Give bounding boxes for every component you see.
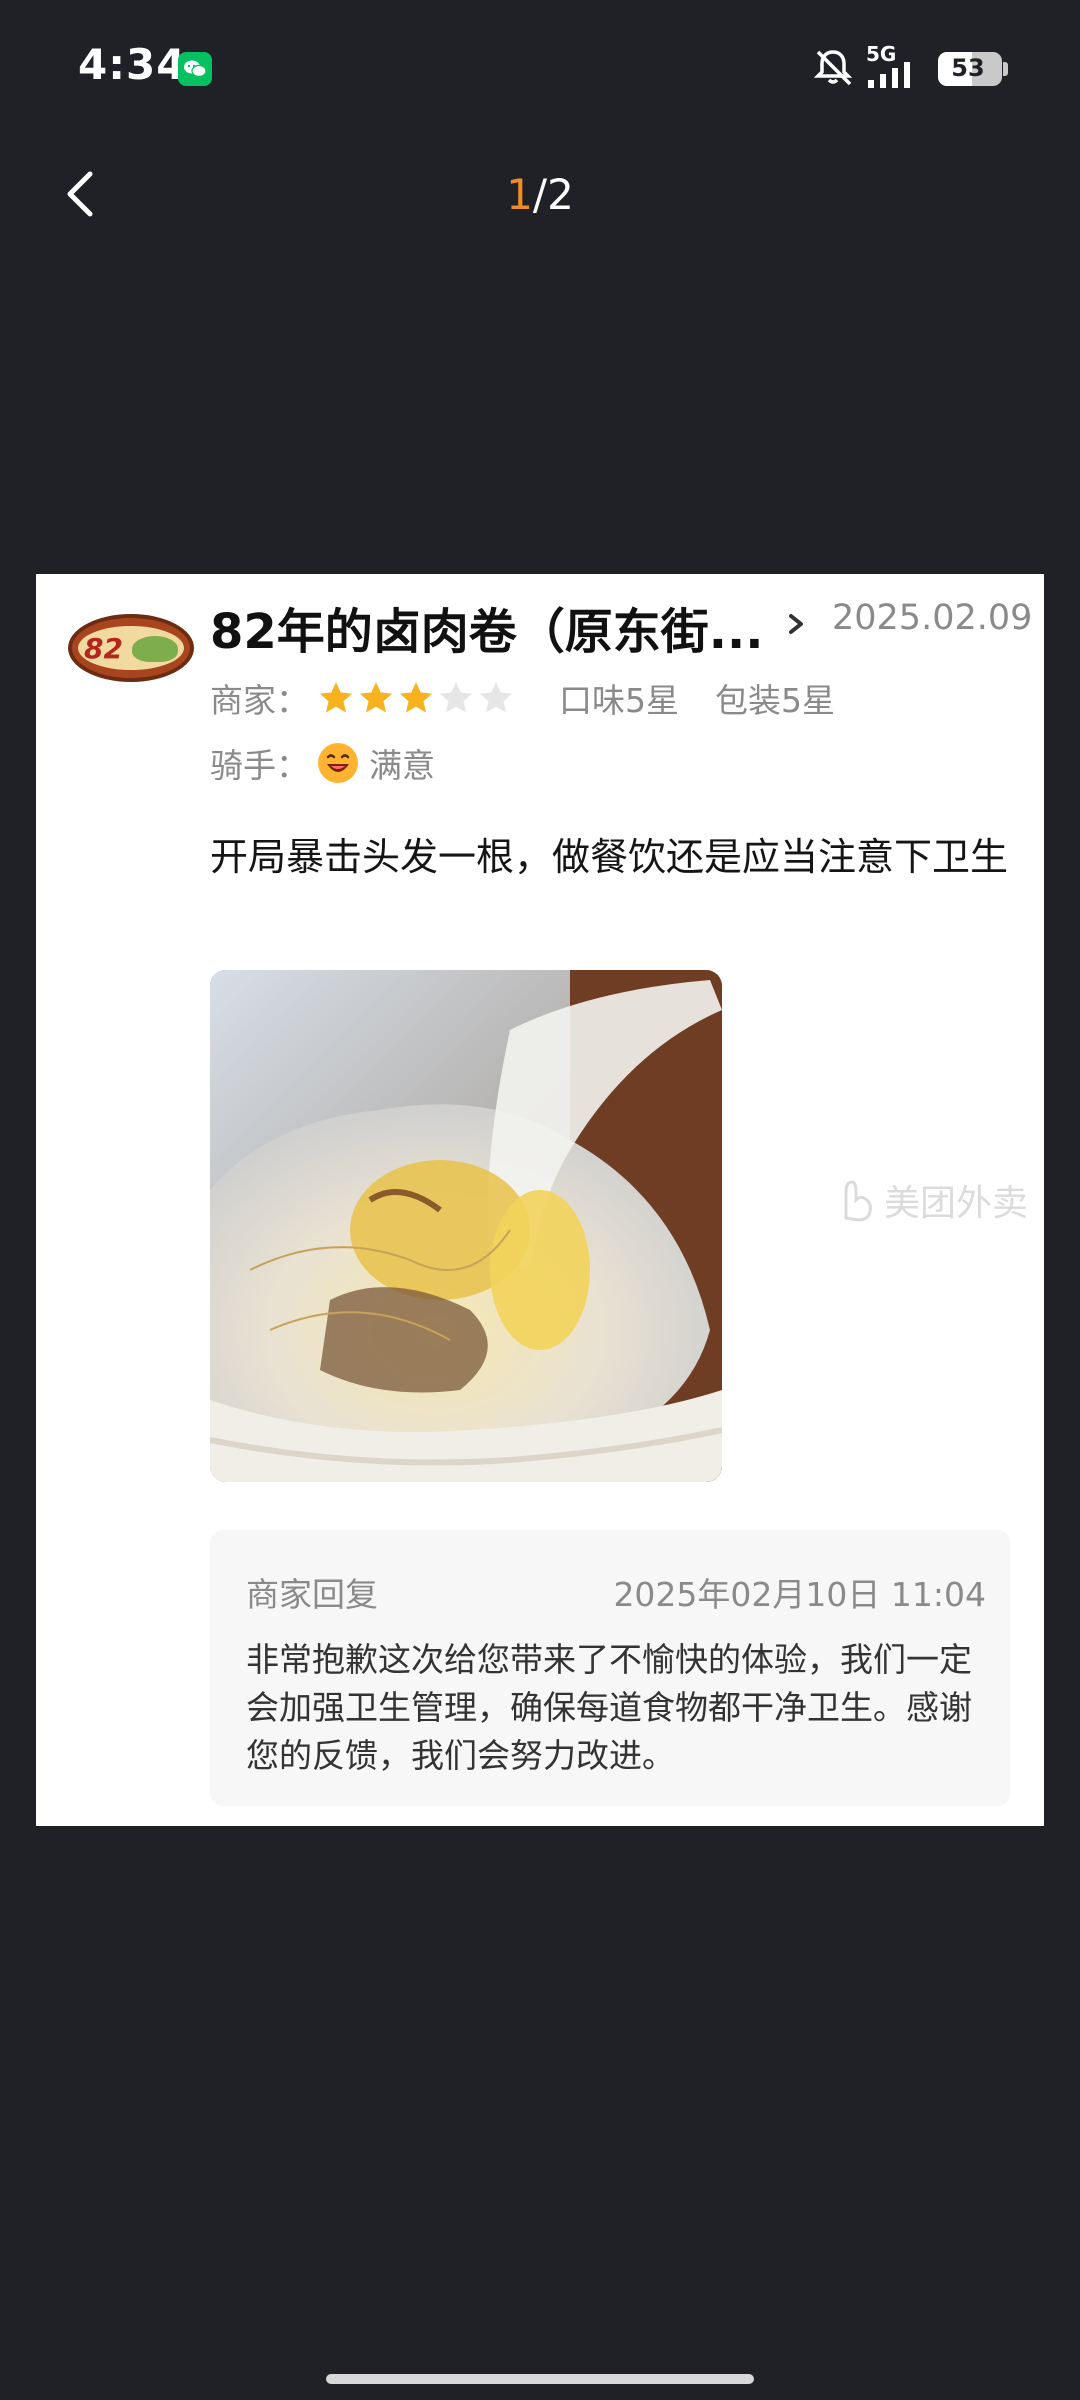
meituan-watermark: 美团外卖 bbox=[836, 1174, 1028, 1226]
packaging-rating: 包装5星 bbox=[715, 681, 835, 720]
star-empty-icon bbox=[480, 682, 512, 713]
signal-icon bbox=[868, 62, 910, 88]
reply-text: 非常抱歉这次给您带来了不愉快的体验，我们一定会加强卫生管理，确保每道食物都干净卫… bbox=[246, 1640, 972, 1775]
wechat-icon bbox=[178, 52, 212, 86]
shop-logo[interactable]: 82 bbox=[68, 614, 194, 682]
battery-percent: 53 bbox=[951, 54, 985, 82]
merchant-reply: 商家回复 2025年02月10日 11:04 非常抱歉这次给您带来了不愉快的体验… bbox=[210, 1530, 1010, 1806]
battery-tip bbox=[1003, 62, 1008, 76]
taste-rating: 口味5星 bbox=[559, 681, 679, 720]
reply-time: 2025年02月10日 11:04 bbox=[613, 1575, 986, 1614]
rider-label: 骑手： bbox=[210, 746, 309, 785]
merchant-label: 商家： bbox=[210, 681, 309, 720]
happy-face-icon bbox=[318, 743, 358, 783]
reply-label: 商家回复 bbox=[246, 1575, 378, 1614]
back-button[interactable] bbox=[52, 164, 112, 224]
shop-logo-leaf bbox=[132, 636, 178, 662]
rider-rating: 满意 bbox=[369, 746, 435, 785]
chevron-right-icon[interactable] bbox=[784, 604, 810, 644]
shop-logo-mark: 82 bbox=[84, 632, 123, 665]
star-empty-icon bbox=[440, 682, 472, 713]
page-total: /2 bbox=[532, 170, 574, 219]
rabbit-logo-icon bbox=[844, 1180, 872, 1222]
review-text: 开局暴击头发一根，做餐饮还是应当注意下卫生 bbox=[210, 835, 1009, 879]
mute-icon bbox=[813, 50, 853, 86]
merchant-stars bbox=[317, 679, 517, 717]
merchant-rating-row: 商家： 口味5星 包装5星 bbox=[210, 674, 835, 722]
page-counter: 1/2 bbox=[440, 170, 640, 219]
review-image-viewer: 4:34 5G 53 1/2 82 82年的卤肉卷（原东街... 2025.02… bbox=[0, 0, 1080, 2400]
review-photo-image bbox=[210, 970, 722, 1482]
shop-name[interactable]: 82年的卤肉卷（原东街... bbox=[210, 592, 770, 658]
status-bar: 4:34 5G 53 bbox=[0, 0, 1080, 140]
home-indicator[interactable] bbox=[326, 2374, 754, 2384]
review-photo[interactable] bbox=[210, 970, 722, 1482]
chevron-left-icon bbox=[67, 171, 93, 217]
rider-rating-row: 骑手： 满意 bbox=[210, 738, 435, 788]
review-date: 2025.02.09 bbox=[832, 598, 1033, 638]
watermark-text: 美团外卖 bbox=[884, 1183, 1029, 1224]
battery-icon: 53 bbox=[938, 52, 1002, 86]
star-filled-icon bbox=[400, 682, 432, 713]
status-time: 4:34 bbox=[78, 40, 187, 89]
page-current: 1 bbox=[506, 170, 533, 219]
star-filled-icon bbox=[360, 682, 392, 713]
star-filled-icon bbox=[320, 682, 352, 713]
